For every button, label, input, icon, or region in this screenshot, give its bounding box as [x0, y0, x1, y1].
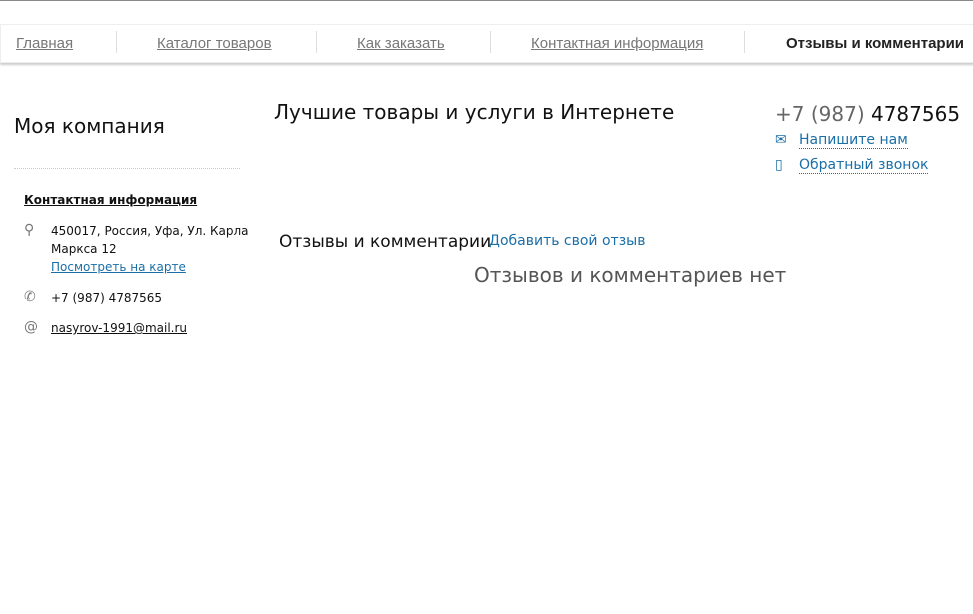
company-name: Моя компания	[14, 114, 165, 138]
nav-divider	[316, 31, 317, 53]
add-review-link[interactable]: Добавить свой отзыв	[489, 233, 645, 249]
empty-message: Отзывов и комментариев нет	[474, 263, 787, 287]
phone-handset-icon: ✆	[24, 289, 36, 305]
sidebar-phone: +7 (987) 4787565	[51, 291, 163, 305]
envelope-icon: ✉	[775, 132, 787, 148]
write-us: ✉ Напишите нам	[775, 132, 908, 149]
nav-divider	[744, 31, 745, 53]
reviews-title: Отзывы и комментарии	[279, 232, 492, 252]
address: 450017, Россия, Уфа, Ул. Карла Маркса 12	[51, 224, 249, 256]
callback: ▯ Обратный звонок	[775, 157, 929, 174]
at-icon: @	[24, 319, 38, 335]
nav-catalog[interactable]: Каталог товаров	[157, 35, 272, 52]
map-link[interactable]: Посмотреть на карте	[51, 260, 186, 274]
header-phone: +7 (987) 4787565	[775, 102, 961, 126]
main-nav: Главная Каталог товаров Как заказать Кон…	[0, 24, 973, 63]
location-pin-icon: ⚲	[24, 222, 35, 238]
nav-how-to-order[interactable]: Как заказать	[357, 35, 445, 52]
email-link[interactable]: nasyrov-1991@mail.ru	[51, 321, 187, 335]
nav-home[interactable]: Главная	[16, 35, 73, 52]
nav-divider	[490, 31, 491, 53]
write-us-link[interactable]: Напишите нам	[799, 132, 908, 149]
phone-icon: ▯	[775, 157, 783, 173]
sidebar-title: Контактная информация	[24, 193, 198, 207]
callback-link[interactable]: Обратный звонок	[799, 157, 929, 174]
top-border	[0, 0, 973, 1]
nav-contacts[interactable]: Контактная информация	[531, 35, 703, 52]
slogan: Лучшие товары и услуги в Интернете	[274, 100, 675, 124]
nav-divider	[116, 31, 117, 53]
divider	[14, 168, 240, 169]
nav-reviews[interactable]: Отзывы и комментарии	[786, 35, 964, 52]
